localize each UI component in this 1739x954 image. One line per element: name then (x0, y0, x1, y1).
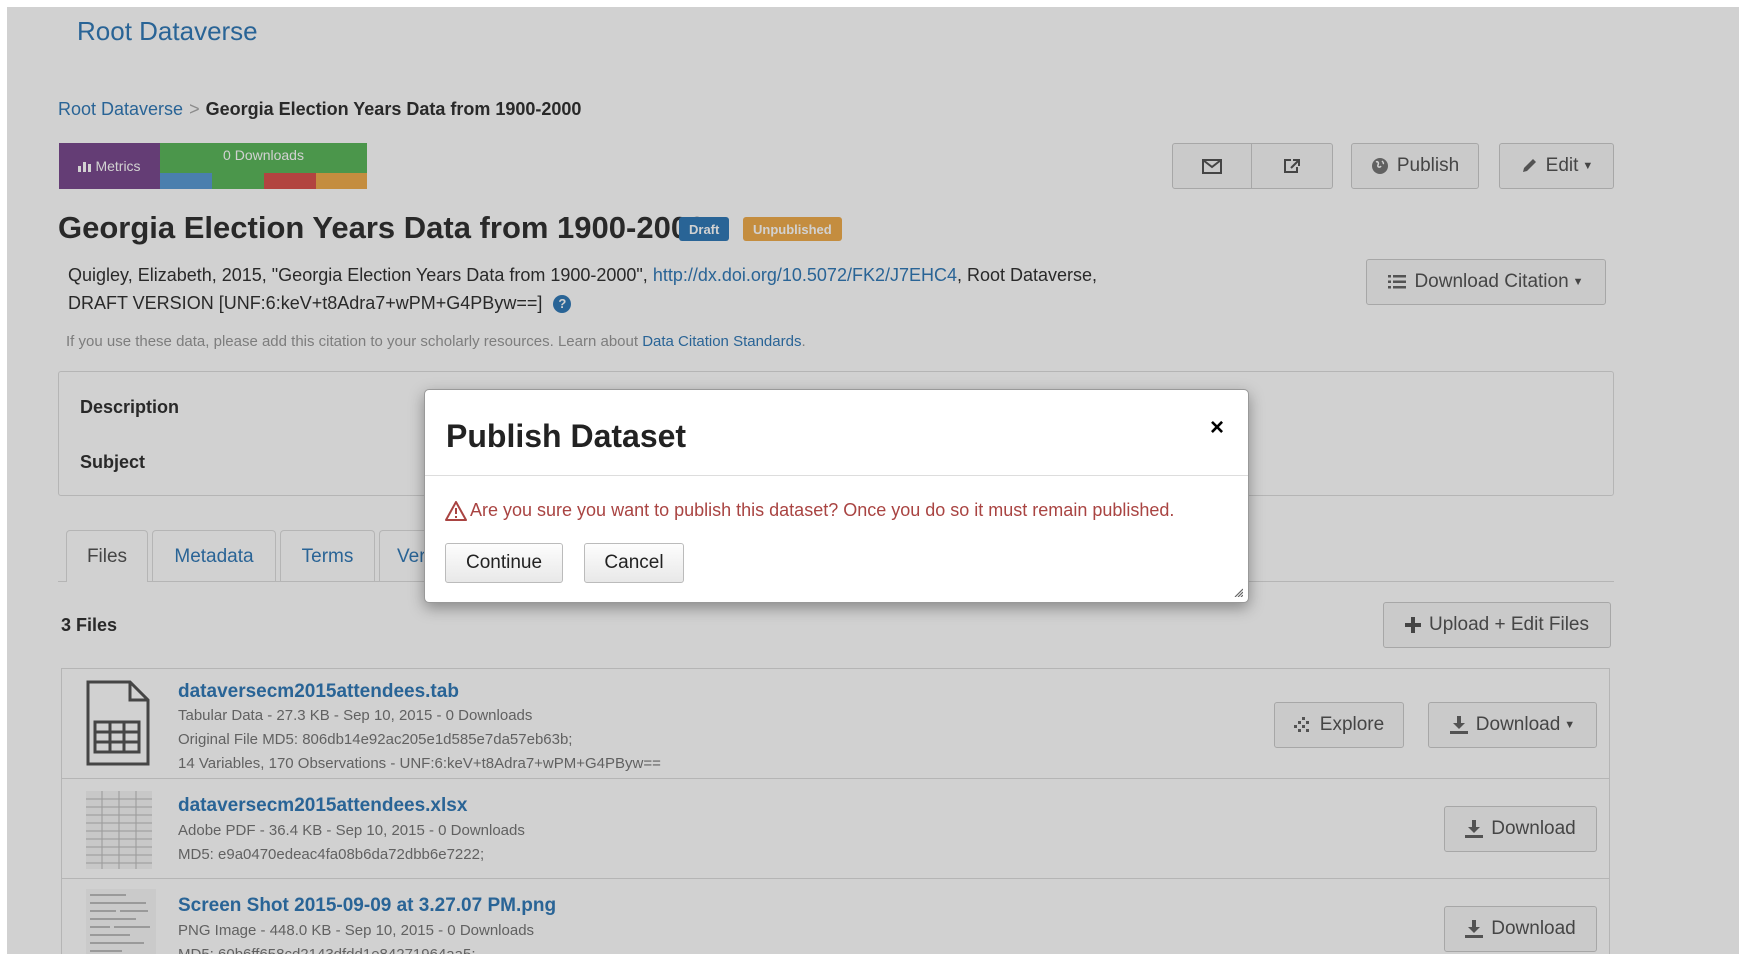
close-icon[interactable]: × (1210, 416, 1224, 440)
window-edge (0, 0, 7, 954)
resize-grip-icon[interactable] (1233, 587, 1243, 597)
warning-text: Are you sure you want to publish this da… (470, 500, 1175, 520)
dataset-page: Root Dataverse Root Dataverse > Georgia El… (0, 0, 1739, 954)
cancel-button[interactable]: Cancel (584, 543, 684, 583)
window-edge-top (0, 0, 1739, 7)
dialog-divider (425, 475, 1248, 476)
warning-icon (445, 500, 467, 521)
publish-warning: Are you sure you want to publish this da… (445, 500, 1174, 521)
dialog-title: Publish Dataset (446, 418, 687, 454)
continue-button[interactable]: Continue (445, 543, 563, 583)
publish-dataset-dialog: Publish Dataset × Are you sure you want … (424, 389, 1249, 603)
